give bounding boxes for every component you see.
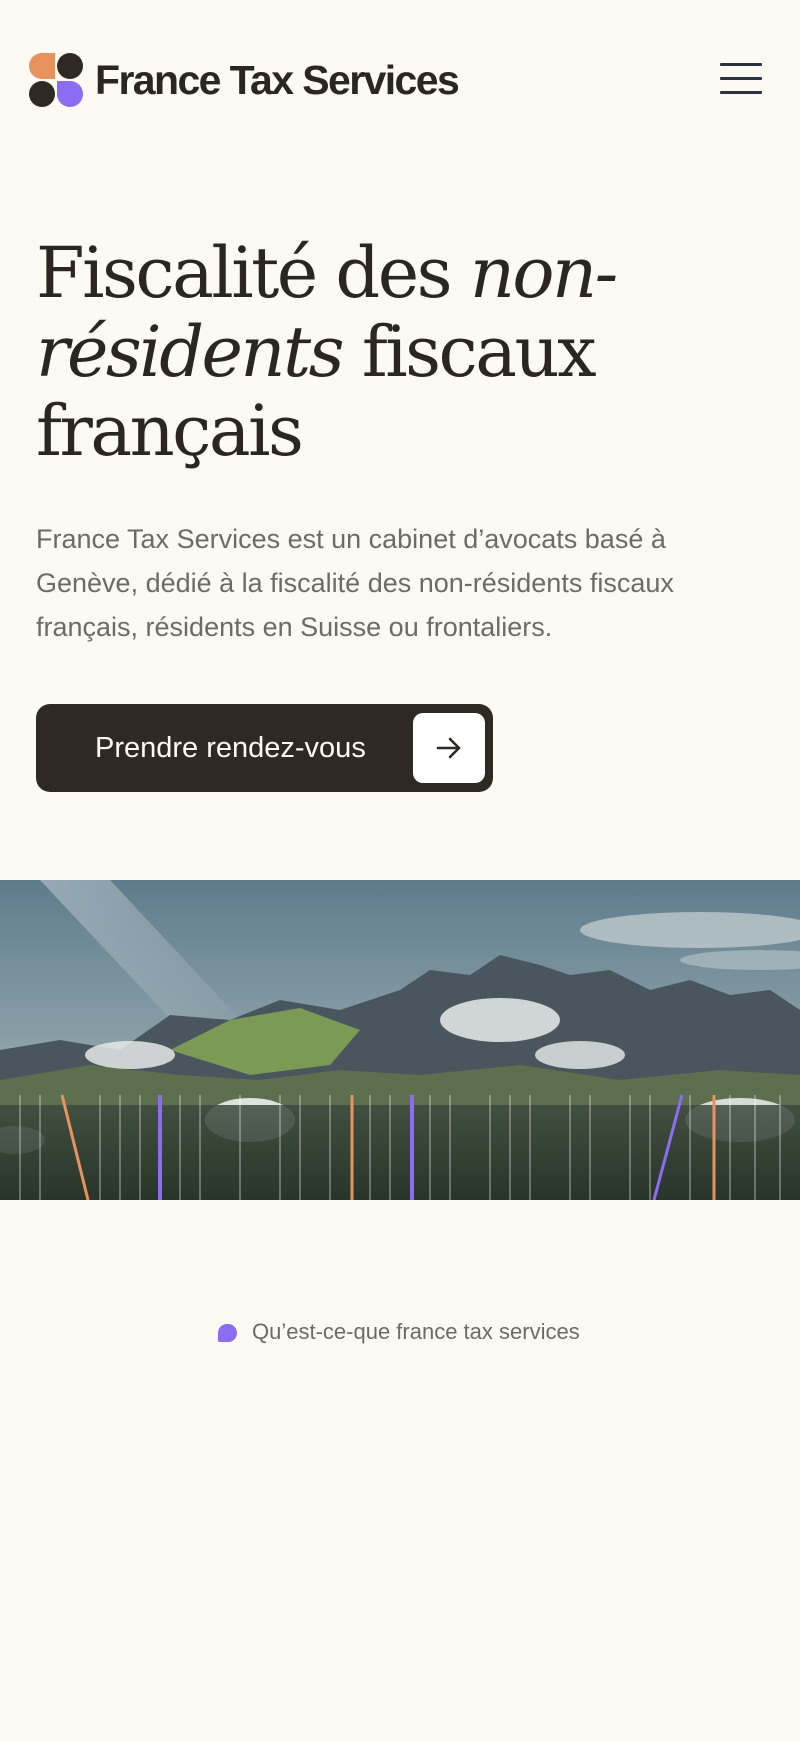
arrow-right-icon	[413, 713, 485, 783]
hero-title-italic2: résidents	[36, 311, 345, 393]
hamburger-menu-icon[interactable]	[716, 58, 766, 98]
hero-description: France Tax Services est un cabinet d’avo…	[36, 524, 674, 642]
mountain-landscape-image	[0, 880, 800, 1200]
brand-logo-icon[interactable]	[28, 52, 84, 108]
site-header: France Tax Services	[0, 0, 800, 160]
hero-title-part1: Fiscalité des	[36, 232, 470, 314]
brand-name[interactable]: France Tax Services	[95, 56, 460, 104]
hero-title: Fiscalité des non-résidents fiscaux franç…	[36, 234, 756, 471]
hero-title-italic1: non-	[469, 232, 618, 314]
book-appointment-button[interactable]: Prendre rendez-vous	[36, 704, 493, 792]
speech-bubble-icon	[218, 1324, 237, 1342]
hero-title-part2: fiscaux	[342, 311, 597, 393]
cta-label: Prendre rendez-vous	[95, 732, 366, 764]
section-eyebrow-label: Qu’est-ce-que france tax services	[252, 1319, 580, 1344]
hero-title-part3: français	[36, 390, 304, 472]
